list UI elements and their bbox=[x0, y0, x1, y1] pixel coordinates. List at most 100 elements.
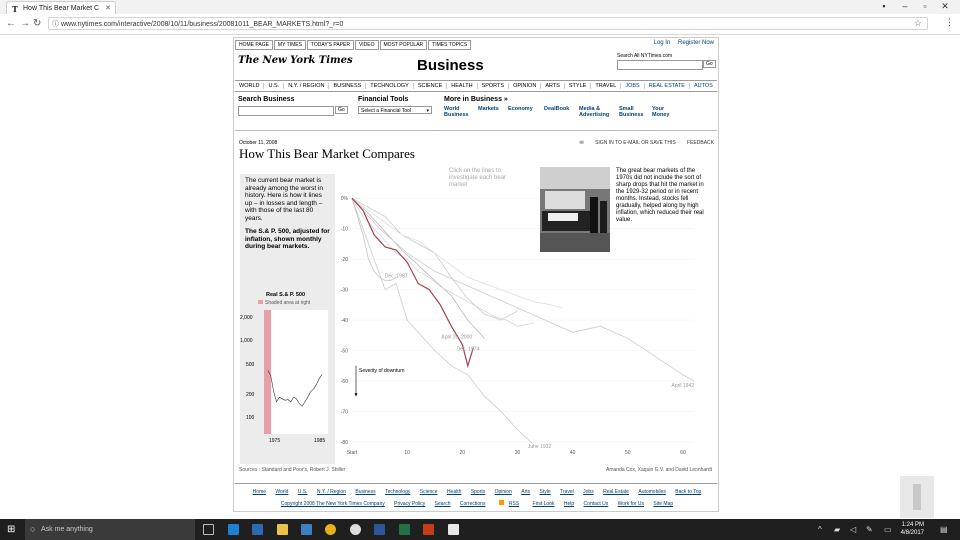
network-icon[interactable]: ▰ bbox=[834, 525, 840, 534]
browser-tab[interactable]: T How This Bear Market C ✕ bbox=[6, 1, 116, 14]
store-icon[interactable] bbox=[301, 524, 312, 535]
close-window-icon[interactable]: ✕ bbox=[936, 1, 954, 12]
footer-link[interactable]: Real Estate bbox=[603, 489, 629, 495]
section-nav-item[interactable]: JOBS bbox=[621, 83, 645, 89]
financial-tool-select[interactable]: Select a Financial Tool ▾ bbox=[358, 106, 432, 114]
feedback-link[interactable]: FEEDBACK bbox=[687, 140, 714, 146]
cortana-search[interactable]: ○ Ask me anything bbox=[25, 519, 195, 540]
footer-link[interactable]: Style bbox=[540, 489, 551, 495]
footer-link[interactable]: U.S. bbox=[298, 489, 308, 495]
volume-icon[interactable]: ◁ bbox=[850, 525, 856, 534]
bookmark-star-icon[interactable]: ☆ bbox=[914, 17, 922, 30]
clock[interactable]: 1:24 PM 4/8/2017 bbox=[901, 521, 924, 537]
more-link[interactable]: Economy bbox=[508, 106, 538, 112]
chrome-icon[interactable] bbox=[325, 524, 336, 535]
register-link[interactable]: Register Now bbox=[678, 40, 714, 46]
footer-link[interactable]: Jobs bbox=[583, 489, 594, 495]
section-nav-item[interactable]: REAL ESTATE bbox=[645, 83, 690, 89]
profile-icon[interactable]: ▪ bbox=[875, 1, 893, 11]
footer-link[interactable]: Site Map bbox=[653, 501, 673, 507]
more-link[interactable]: Media & Advertising bbox=[579, 106, 613, 118]
pen-icon[interactable]: ✎ bbox=[866, 525, 873, 534]
scroll-overlay-widget[interactable] bbox=[900, 476, 934, 518]
login-link[interactable]: Log In bbox=[654, 40, 671, 46]
word-icon[interactable] bbox=[374, 524, 385, 535]
section-nav-item[interactable]: ARTS bbox=[541, 83, 565, 89]
task-view-icon[interactable] bbox=[203, 524, 214, 535]
more-in-business-label[interactable]: More in Business » bbox=[444, 96, 508, 103]
maximize-icon[interactable]: ▫ bbox=[916, 1, 934, 11]
powerpoint-icon[interactable] bbox=[423, 524, 434, 535]
footer-link[interactable]: Home bbox=[253, 489, 266, 495]
forward-icon[interactable]: → bbox=[20, 18, 30, 29]
minimize-icon[interactable]: – bbox=[896, 1, 914, 11]
footer-link[interactable]: Travel bbox=[560, 489, 574, 495]
section-nav-item[interactable]: OPINION bbox=[509, 83, 542, 89]
section-nav-item[interactable]: WORLD bbox=[235, 83, 265, 89]
outlook-icon[interactable] bbox=[252, 524, 263, 535]
footer-link[interactable]: Search bbox=[435, 501, 451, 507]
intro-text-2: The S.& P. 500, adjusted for inflation, … bbox=[245, 228, 330, 250]
search-business-go-button[interactable]: Go bbox=[335, 106, 348, 114]
section-nav-item[interactable]: SCIENCE bbox=[414, 83, 448, 89]
edge-icon[interactable] bbox=[228, 524, 239, 535]
section-nav-item[interactable]: HEALTH bbox=[447, 83, 478, 89]
footer-link[interactable]: Contact Us bbox=[584, 501, 609, 507]
url-field[interactable]: ⓘ www.nytimes.com/interactive/2008/10/11… bbox=[48, 17, 928, 30]
top-tab[interactable]: MOST POPULAR bbox=[379, 40, 428, 50]
footer-link[interactable]: Science bbox=[420, 489, 438, 495]
more-link[interactable]: Small Business bbox=[619, 106, 649, 118]
excel-icon[interactable] bbox=[399, 524, 410, 535]
footer-link[interactable]: Opinion bbox=[495, 489, 512, 495]
footer-link[interactable]: Technology bbox=[385, 489, 410, 495]
site-search-input[interactable] bbox=[617, 60, 703, 70]
search-business-input[interactable] bbox=[238, 106, 334, 116]
section-nav-item[interactable]: BUSINESS bbox=[329, 83, 367, 89]
more-link[interactable]: Your Money bbox=[652, 106, 682, 118]
file-explorer-icon[interactable] bbox=[277, 524, 288, 535]
section-nav-item[interactable]: N.Y. / REGION bbox=[284, 83, 330, 89]
section-nav-item[interactable]: STYLE bbox=[565, 83, 592, 89]
top-tab[interactable]: MY TIMES bbox=[273, 40, 306, 50]
footer-link[interactable]: Corrections bbox=[460, 501, 486, 507]
windows-start-icon[interactable]: ⊞ bbox=[7, 524, 15, 535]
footer-link[interactable]: Help bbox=[564, 501, 574, 507]
more-link[interactable]: Markets bbox=[478, 106, 508, 112]
keyboard-icon[interactable]: ▭ bbox=[884, 525, 892, 534]
site-search-go-button[interactable]: Go bbox=[703, 60, 716, 68]
app-icon[interactable] bbox=[350, 524, 361, 535]
footer-link[interactable]: Business bbox=[355, 489, 375, 495]
footer-link[interactable]: Health bbox=[447, 489, 461, 495]
reload-icon[interactable]: ↻ bbox=[33, 18, 41, 29]
browser-menu-icon[interactable]: ⋮ bbox=[945, 17, 954, 28]
section-nav-item[interactable]: TRAVEL bbox=[591, 83, 622, 89]
footer-link[interactable]: Privacy Policy bbox=[394, 501, 425, 507]
nyt-logo[interactable]: The New York Times bbox=[238, 55, 353, 66]
footer-link[interactable]: Back to Top bbox=[675, 489, 701, 495]
top-tab[interactable]: TIMES TOPICS bbox=[428, 40, 472, 50]
top-tab[interactable]: TODAY'S PAPER bbox=[306, 40, 354, 50]
footer-link[interactable]: Arts bbox=[521, 489, 530, 495]
footer-link[interactable]: Work for Us bbox=[618, 501, 644, 507]
top-tab[interactable]: VIDEO bbox=[354, 40, 379, 50]
rss-link[interactable]: RSS bbox=[495, 500, 523, 507]
back-icon[interactable]: ← bbox=[6, 18, 16, 29]
section-nav-item[interactable]: SPORTS bbox=[478, 83, 510, 89]
site-info-icon[interactable]: ⓘ bbox=[52, 18, 59, 31]
copyright-link[interactable]: Copyright 2008 The New York Times Compan… bbox=[281, 501, 385, 507]
footer-link[interactable]: N.Y. / Region bbox=[317, 489, 346, 495]
section-nav-item[interactable]: U.S. bbox=[264, 83, 285, 89]
footer-link[interactable]: Automobiles bbox=[638, 489, 666, 495]
top-tab[interactable]: HOME PAGE bbox=[235, 40, 273, 50]
footer-link[interactable]: First Look bbox=[533, 501, 555, 507]
email-save-link[interactable]: ✉ SIGN IN TO E-MAIL OR SAVE THIS bbox=[579, 140, 675, 146]
notepad-icon[interactable] bbox=[448, 524, 459, 535]
notifications-icon[interactable]: ▤ bbox=[940, 525, 948, 534]
more-link[interactable]: World Business bbox=[444, 106, 474, 118]
section-nav-item[interactable]: TECHNOLOGY bbox=[366, 83, 414, 89]
tray-expand-icon[interactable]: ^ bbox=[818, 525, 822, 534]
more-link[interactable]: DealBook bbox=[544, 106, 574, 112]
footer-link[interactable]: Sports bbox=[471, 489, 485, 495]
section-nav-item[interactable]: AUTOS bbox=[690, 83, 717, 89]
footer-link[interactable]: World bbox=[275, 489, 288, 495]
